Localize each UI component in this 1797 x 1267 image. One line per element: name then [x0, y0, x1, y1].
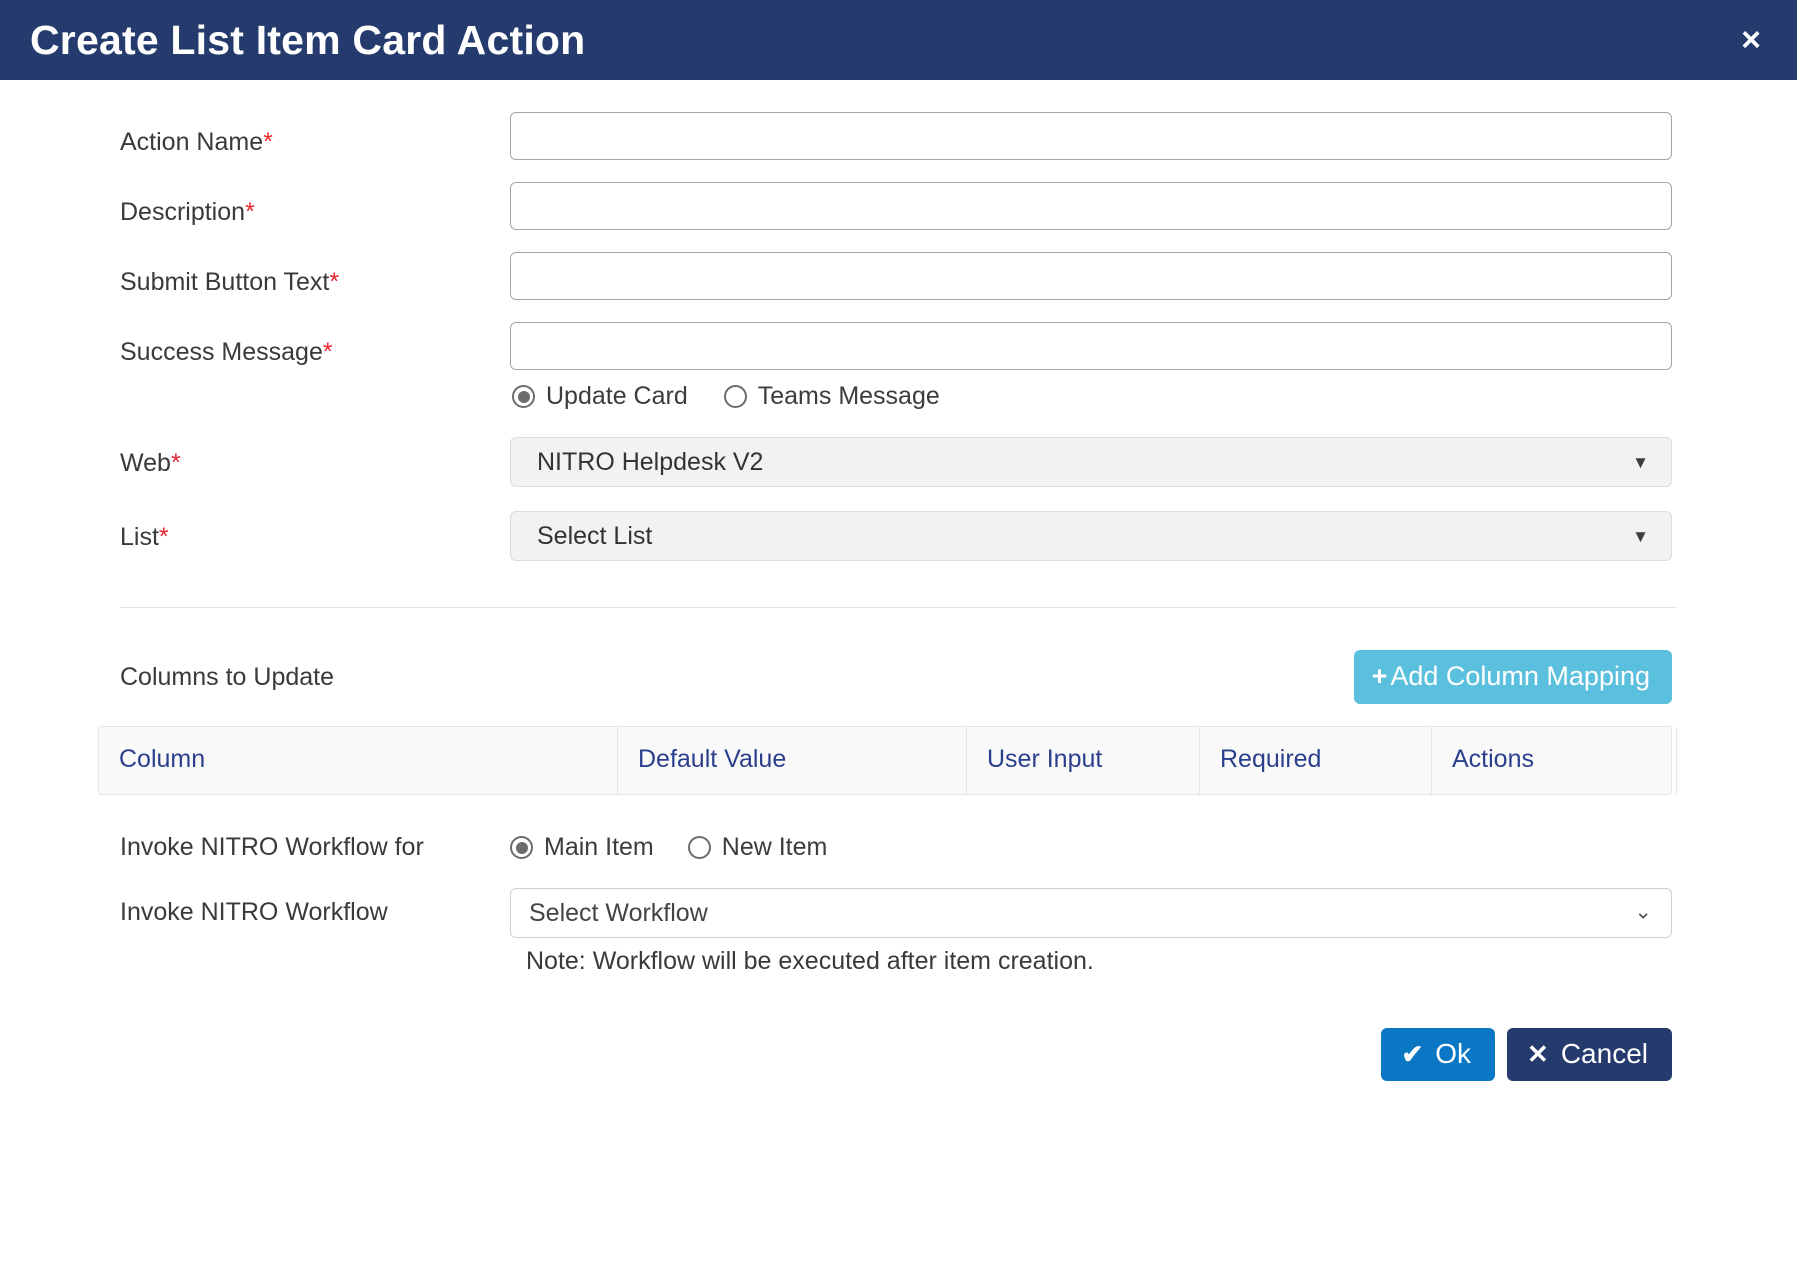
- invoke-workflow-for-radio-group: Main Item New Item: [510, 835, 827, 860]
- column-mapping-table: Column Default Value User Input Required…: [98, 726, 1677, 795]
- label-list-text: List: [120, 523, 159, 551]
- label-invoke-workflow-for: Invoke NITRO Workflow for: [120, 833, 424, 861]
- control-description: [510, 182, 1797, 230]
- form-row-submit-button-text: Submit Button Text*: [0, 252, 1797, 300]
- radio-button-icon[interactable]: [510, 836, 533, 859]
- radio-main-item-label: Main Item: [544, 833, 654, 861]
- form-row-success-message: Success Message*: [0, 322, 1797, 370]
- radio-new-item[interactable]: New Item: [687, 833, 828, 861]
- radio-button-icon[interactable]: [687, 836, 711, 859]
- label-invoke-workflow: Invoke NITRO Workflow: [120, 898, 388, 926]
- label-description-text: Description: [120, 198, 246, 226]
- radio-teams-message[interactable]: Teams Message: [723, 382, 940, 410]
- action-name-input[interactable]: [510, 112, 1672, 160]
- required-asterisk: *: [158, 523, 169, 551]
- form-row-invoke-workflow-for: Invoke NITRO Workflow for Main Item New …: [0, 835, 1797, 860]
- dialog-header: Create List Item Card Action ×: [0, 0, 1797, 80]
- description-input[interactable]: [510, 182, 1672, 230]
- workflow-select-wrapper: Select Workflow ⌄: [510, 888, 1672, 938]
- control-list: Select List ▼: [510, 511, 1797, 561]
- section-divider: [120, 607, 1677, 608]
- close-icon: ✕: [1527, 1039, 1549, 1069]
- ok-button-label: Ok: [1435, 1038, 1472, 1069]
- plus-icon: +: [1371, 661, 1388, 691]
- label-success-message-text: Success Message: [120, 338, 323, 366]
- chevron-down-icon: ▼: [1632, 526, 1649, 546]
- workflow-select[interactable]: Select Workflow: [510, 888, 1672, 938]
- web-dropdown[interactable]: NITRO Helpdesk V2 ▼: [510, 437, 1672, 487]
- required-asterisk: *: [245, 198, 255, 226]
- radio-update-card-label: Update Card: [546, 382, 688, 410]
- cancel-button[interactable]: ✕ Cancel: [1507, 1028, 1672, 1081]
- form-row-list: List* Select List ▼: [0, 511, 1797, 561]
- form-row-web: Web* NITRO Helpdesk V2 ▼: [0, 437, 1797, 487]
- columns-to-update-title: Columns to Update: [120, 662, 335, 691]
- submit-button-text-input[interactable]: [510, 252, 1672, 300]
- radio-new-item-label: New Item: [721, 833, 828, 861]
- page-title: Create List Item Card Action: [30, 16, 586, 63]
- radio-button-icon[interactable]: [512, 385, 535, 408]
- form-row-description: Description*: [0, 182, 1797, 230]
- required-asterisk: *: [322, 338, 333, 366]
- table-header-column: Column: [99, 727, 618, 794]
- required-asterisk: *: [263, 128, 273, 156]
- required-asterisk: *: [170, 449, 181, 477]
- radio-update-card[interactable]: Update Card: [512, 384, 688, 409]
- check-icon: ✔: [1401, 1039, 1424, 1069]
- list-dropdown[interactable]: Select List ▼: [510, 511, 1672, 561]
- table-header-default-value: Default Value: [618, 727, 967, 794]
- label-action-name: Action Name*: [120, 112, 510, 155]
- label-success-message: Success Message*: [120, 322, 510, 365]
- workflow-note: Note: Workflow will be executed after it…: [526, 947, 1094, 975]
- label-list: List*: [120, 511, 510, 550]
- radio-main-item[interactable]: Main Item: [510, 835, 654, 860]
- label-web: Web*: [120, 437, 510, 476]
- form-row-invoke-workflow: Invoke NITRO Workflow Select Workflow ⌄ …: [0, 888, 1797, 974]
- control-web: NITRO Helpdesk V2 ▼: [510, 437, 1797, 487]
- control-invoke-workflow: Select Workflow ⌄ Note: Workflow will be…: [510, 888, 1797, 974]
- label-submit-button-text-text: Submit Button Text: [120, 268, 330, 296]
- close-icon[interactable]: ×: [1731, 19, 1771, 61]
- add-column-mapping-button[interactable]: + Add Column Mapping: [1353, 650, 1672, 704]
- list-dropdown-value: Select List: [537, 521, 653, 550]
- radio-teams-message-label: Teams Message: [757, 382, 940, 410]
- control-success-message: [510, 322, 1797, 370]
- add-column-mapping-label: Add Column Mapping: [1390, 661, 1650, 691]
- required-asterisk: *: [329, 268, 340, 296]
- label-action-name-text: Action Name: [120, 128, 264, 156]
- cancel-button-label: Cancel: [1560, 1038, 1648, 1069]
- table-header-actions: Actions: [1432, 727, 1677, 794]
- success-message-input[interactable]: [510, 322, 1672, 370]
- table-header-user-input: User Input: [967, 727, 1200, 794]
- dialog-body: Action Name* Description* Submit Button …: [0, 112, 1797, 1081]
- web-dropdown-value: NITRO Helpdesk V2: [537, 447, 764, 476]
- ok-button[interactable]: ✔ Ok: [1381, 1028, 1496, 1081]
- table-header-extra: [1677, 727, 1697, 794]
- form-row-action-name: Action Name*: [0, 112, 1797, 160]
- table-header-required: Required: [1200, 727, 1432, 794]
- control-submit-button-text: [510, 252, 1797, 300]
- label-submit-button-text: Submit Button Text*: [120, 252, 510, 295]
- message-type-radio-group: Update Card Teams Message: [0, 384, 1797, 409]
- dialog-footer: ✔ Ok ✕ Cancel: [0, 1028, 1797, 1081]
- radio-button-icon[interactable]: [723, 385, 747, 408]
- label-description: Description*: [120, 182, 510, 225]
- label-web-text: Web: [120, 449, 171, 477]
- control-action-name: [510, 112, 1797, 160]
- columns-to-update-header: Columns to Update + Add Column Mapping: [0, 650, 1797, 704]
- chevron-down-icon: ▼: [1632, 452, 1649, 472]
